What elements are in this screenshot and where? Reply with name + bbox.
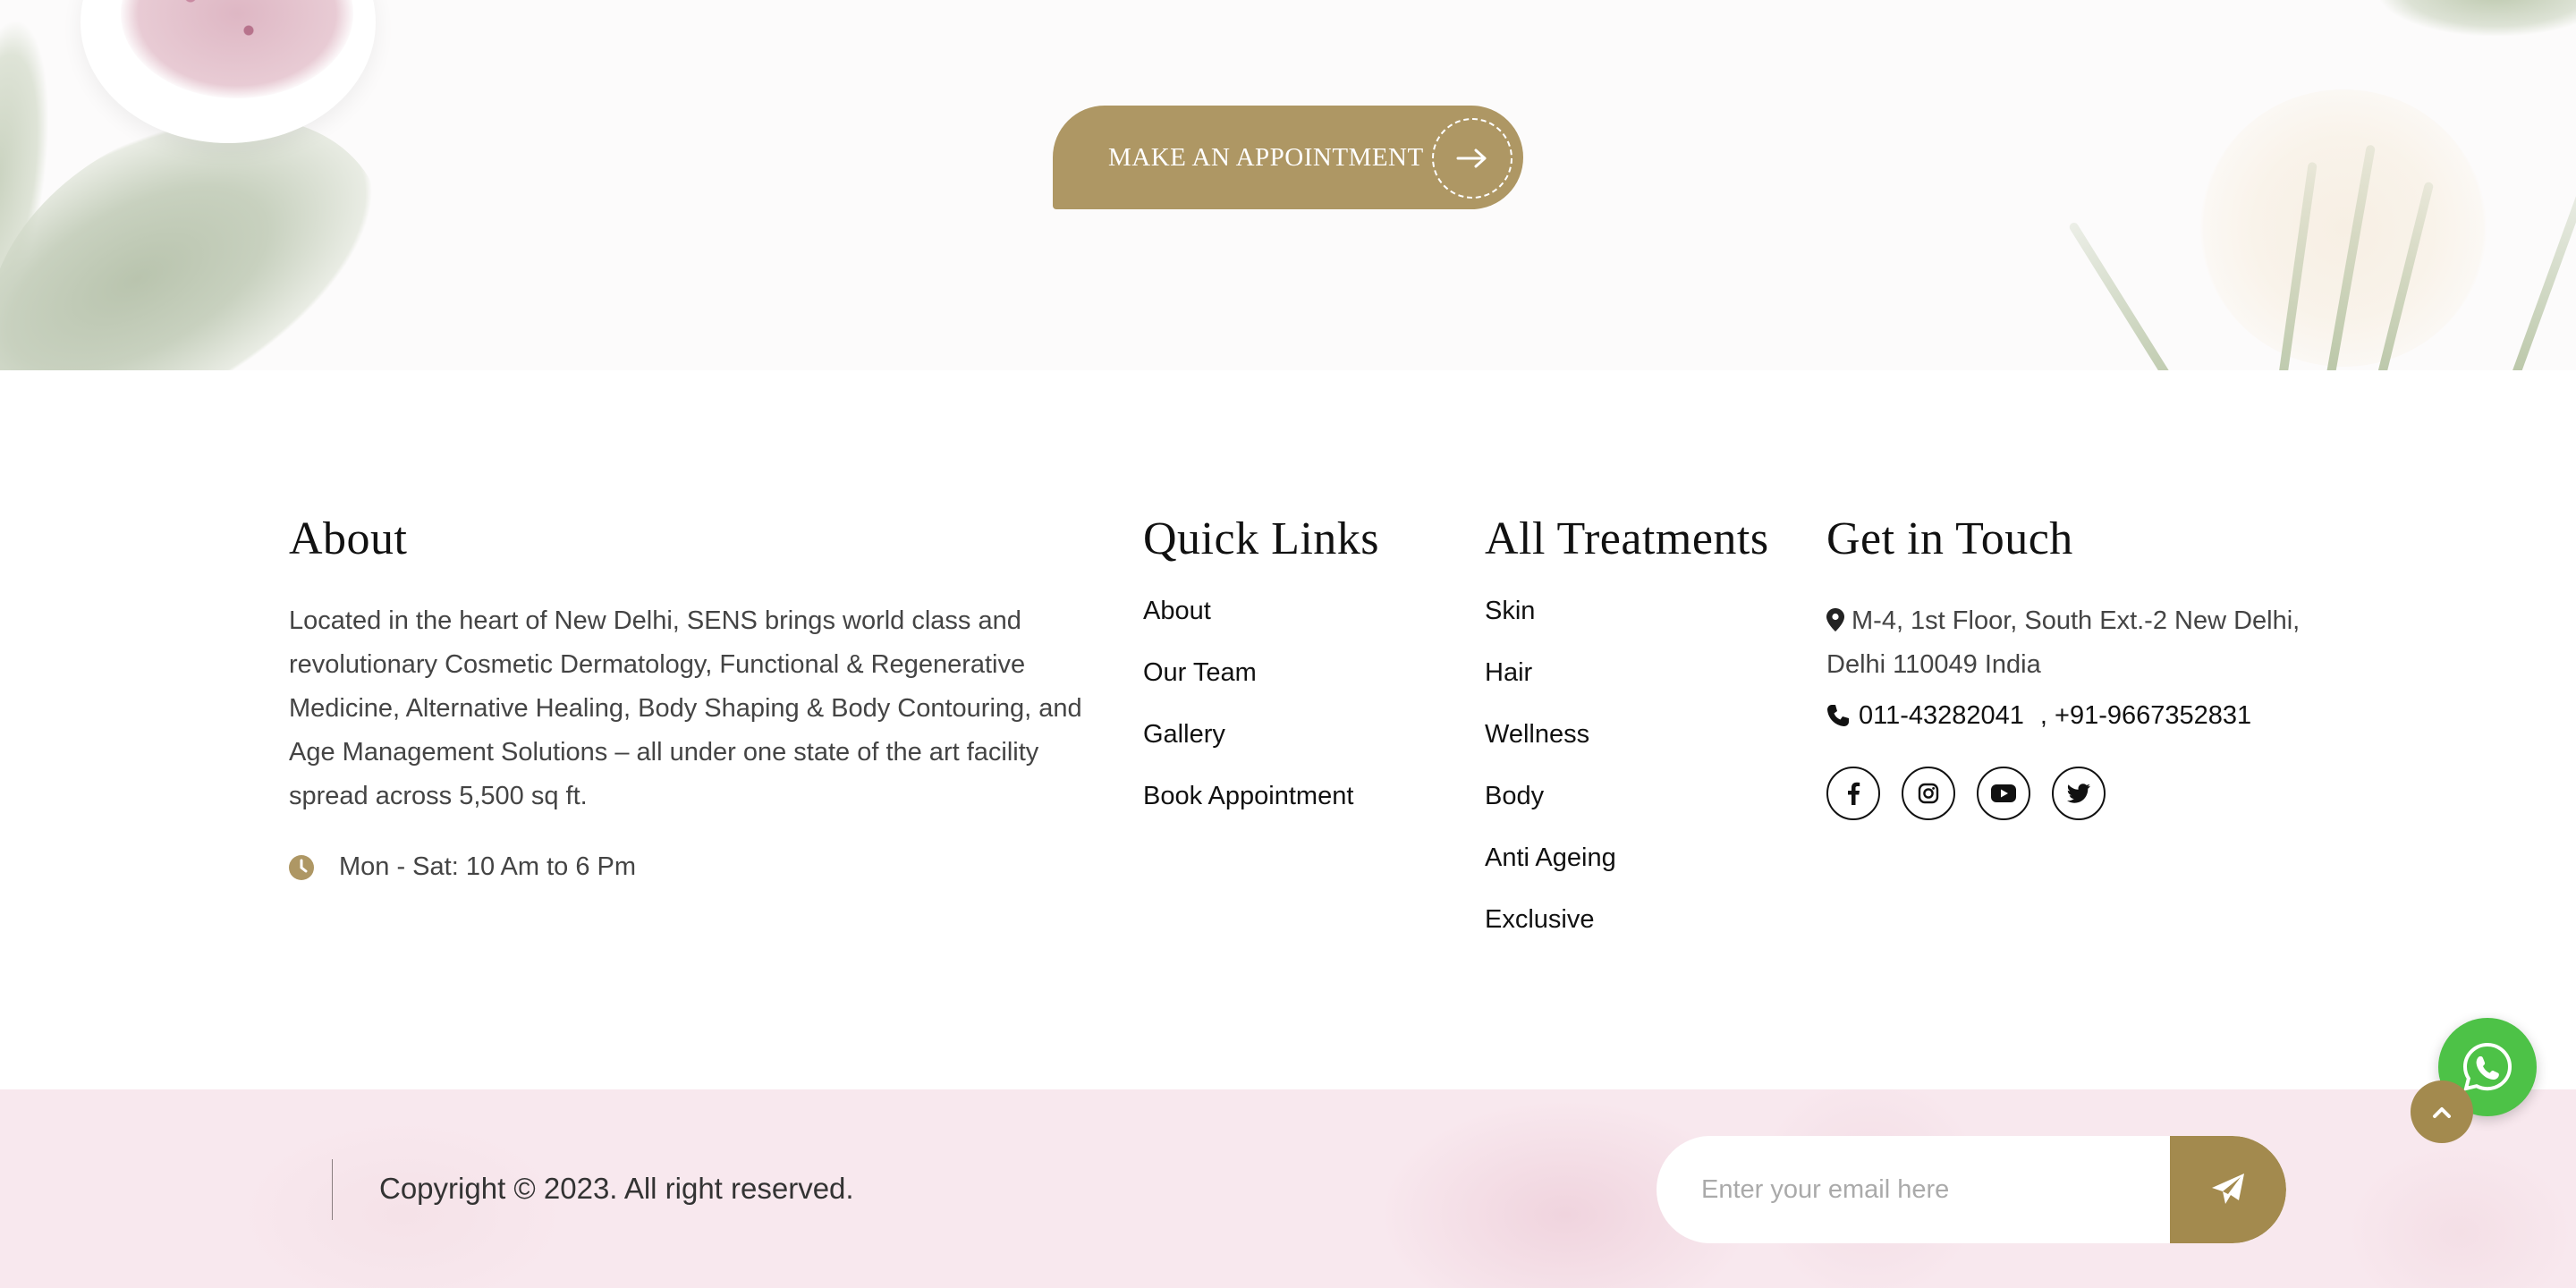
treatment-link-wellness[interactable]: Wellness: [1485, 719, 1807, 750]
instagram-icon[interactable]: [1902, 767, 1955, 820]
grass-decoration: [2067, 221, 2199, 370]
make-appointment-label: MAKE AN APPOINTMENT: [1108, 142, 1424, 172]
youtube-icon[interactable]: [1977, 767, 2030, 820]
phone-numbers: 011-43282041 , +91-9667352831: [1826, 701, 2309, 731]
contact-section: Get in Touch M-4, 1st Floor, South Ext.-…: [1826, 510, 2309, 820]
about-heading: About: [289, 513, 408, 564]
social-links: [1826, 767, 2309, 820]
quick-links-list: About Our Team Gallery Book Appointment: [1143, 596, 1447, 812]
treatments-list: Skin Hair Wellness Body Anti Ageing Excl…: [1485, 596, 1807, 936]
treatment-link-hair[interactable]: Hair: [1485, 657, 1807, 689]
address-text: M-4, 1st Floor, South Ext.-2 New Delhi, …: [1826, 606, 2301, 679]
quick-link-gallery[interactable]: Gallery: [1143, 719, 1447, 750]
phone-icon: [1826, 704, 1852, 729]
copyright-text: Copyright © 2023. All right reserved.: [379, 1172, 854, 1205]
address: M-4, 1st Floor, South Ext.-2 New Delhi, …: [1826, 599, 2309, 687]
treatment-link-exclusive[interactable]: Exclusive: [1485, 904, 1807, 936]
hours-text: Mon - Sat: 10 Am to 6 Pm: [339, 852, 637, 881]
treatment-link-body[interactable]: Body: [1485, 781, 1807, 812]
make-appointment-button[interactable]: MAKE AN APPOINTMENT: [1053, 106, 1523, 209]
quick-links-heading: Quick Links: [1143, 513, 1380, 564]
map-pin-icon: [1826, 602, 1844, 631]
twitter-icon[interactable]: [2052, 767, 2106, 820]
facebook-icon[interactable]: [1826, 767, 1880, 820]
paper-plane-icon: [2212, 1174, 2244, 1204]
treatments-heading: All Treatments: [1485, 513, 1769, 564]
quick-link-book-appointment[interactable]: Book Appointment: [1143, 781, 1447, 812]
phone-link-1[interactable]: 011-43282041: [1859, 701, 2024, 731]
about-section: About Located in the heart of New Delhi,…: [289, 510, 1094, 882]
scroll-to-top-button[interactable]: [2411, 1080, 2473, 1143]
clock-icon: [289, 854, 314, 880]
quick-links-section: Quick Links About Our Team Gallery Book …: [1143, 510, 1447, 843]
treatments-section: All Treatments Skin Hair Wellness Body A…: [1485, 510, 1807, 966]
quick-link-our-team[interactable]: Our Team: [1143, 657, 1447, 689]
divider: [332, 1159, 333, 1220]
chevron-up-icon: [2433, 1107, 2451, 1118]
email-input[interactable]: [1657, 1136, 2170, 1243]
leaf-decoration: [2379, 0, 2576, 36]
treatment-link-skin[interactable]: Skin: [1485, 596, 1807, 627]
arrow-right-icon: [1432, 118, 1513, 199]
quick-link-about[interactable]: About: [1143, 596, 1447, 627]
newsletter-form: [1657, 1136, 2286, 1243]
whatsapp-icon: [2462, 1042, 2512, 1091]
contact-heading: Get in Touch: [1826, 513, 2073, 564]
phone-link-2[interactable]: , +91-9667352831: [2040, 701, 2251, 731]
hero-banner: MAKE AN APPOINTMENT: [0, 0, 2576, 370]
background-decoration: [2343, 1143, 2576, 1288]
opening-hours: Mon - Sat: 10 Am to 6 Pm: [289, 852, 1094, 882]
about-description: Located in the heart of New Delhi, SENS …: [289, 606, 1082, 810]
send-button[interactable]: [2170, 1136, 2286, 1243]
grass-decoration: [2500, 184, 2576, 370]
treatment-link-anti-ageing[interactable]: Anti Ageing: [1485, 843, 1807, 874]
